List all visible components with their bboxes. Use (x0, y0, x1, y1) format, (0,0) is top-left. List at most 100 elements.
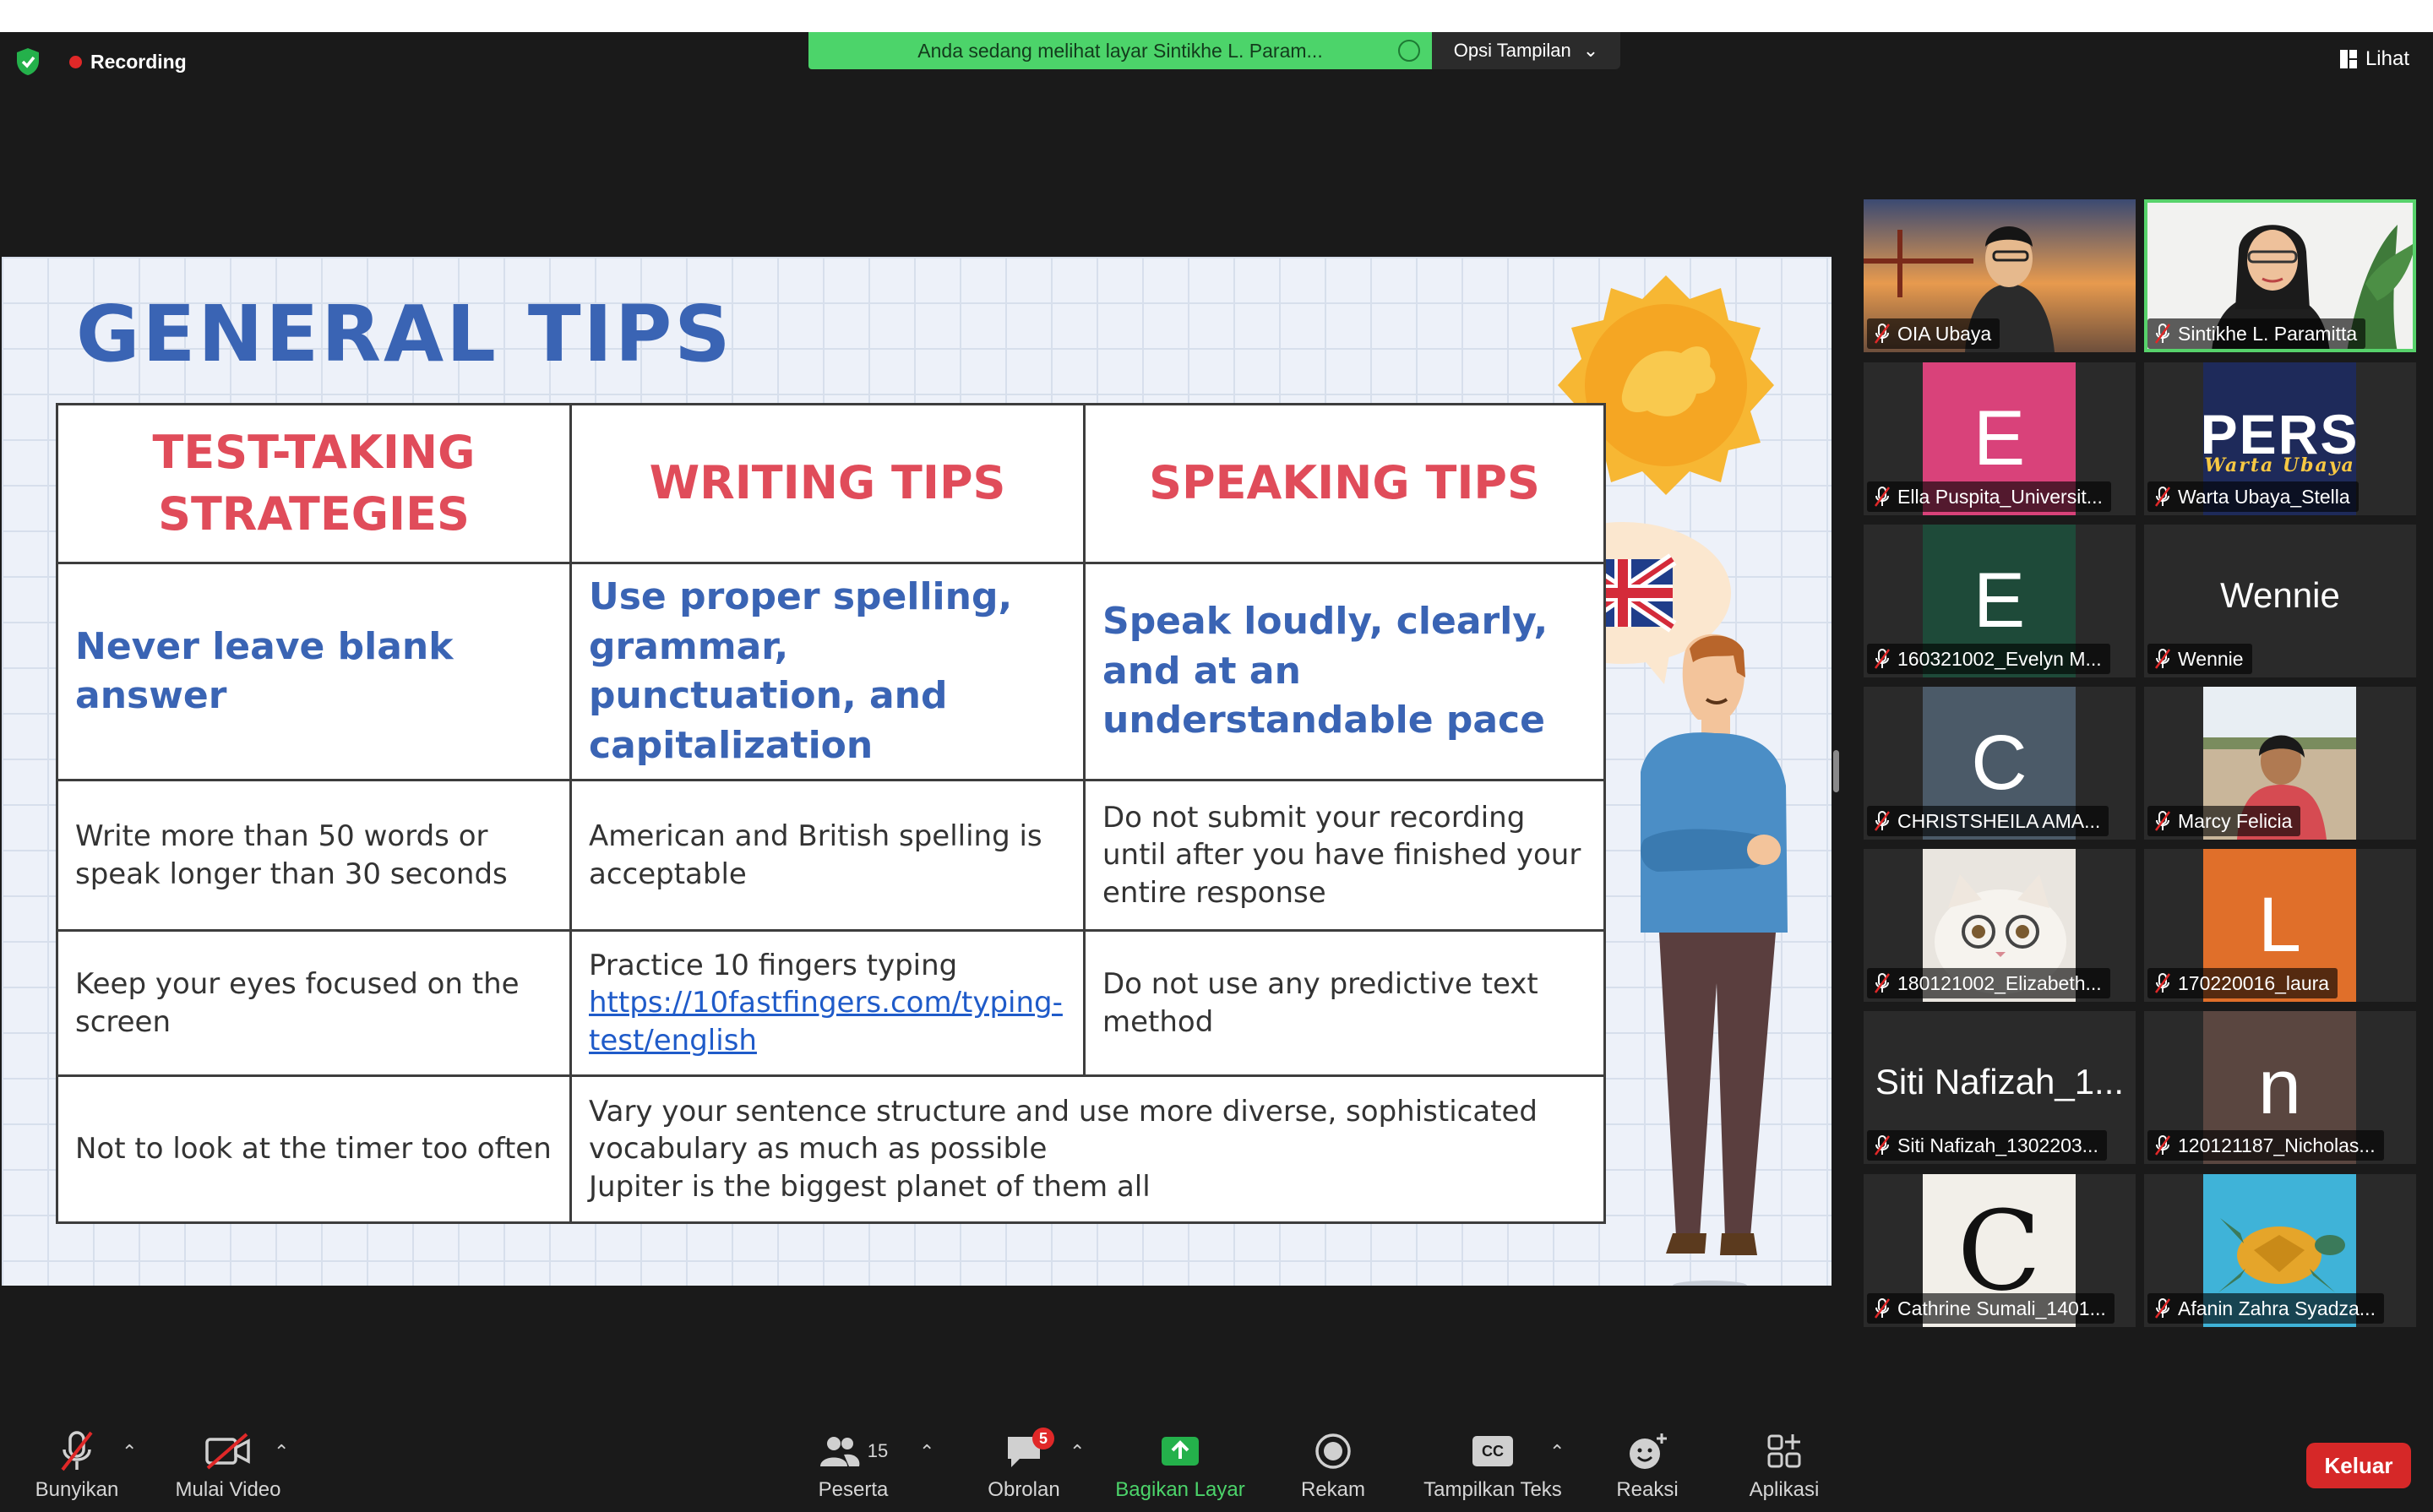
microphone-muted-icon (2154, 649, 2171, 669)
show-captions-button[interactable]: CC Tampilkan Teks (1412, 1428, 1573, 1502)
unmute-button[interactable]: Bunyikan (25, 1428, 128, 1502)
apps-label: Aplikasi (1749, 1478, 1820, 1501)
participant-name: Sintikhe L. Paramitta (2178, 322, 2358, 345)
share-screen-icon (1162, 1437, 1199, 1466)
participants-icon (819, 1437, 860, 1466)
show-captions-label: Tampilkan Teks (1423, 1478, 1562, 1501)
microphone-muted-icon (2154, 1135, 2171, 1156)
participant-tile[interactable]: L 170220016_laura (2144, 849, 2416, 1002)
microphone-muted-icon (2154, 973, 2171, 993)
apps-button[interactable]: Aplikasi (1742, 1428, 1826, 1502)
record-button[interactable]: Rekam (1291, 1428, 1375, 1502)
captions-cc-icon: CC (1472, 1436, 1513, 1466)
reactions-button[interactable]: Reaksi (1605, 1428, 1690, 1502)
jupiter-text: Jupiter is the biggest planet of them al… (589, 1169, 1151, 1204)
typing-test-link[interactable]: https://10fastfingers.com/typing-test/en… (589, 984, 1066, 1058)
table-cell: Do not use any predictive text method (1083, 929, 1606, 1078)
participant-name: CHRISTSHEILA AMA... (1897, 809, 2101, 832)
chat-unread-badge: 5 (1032, 1428, 1054, 1449)
participant-tile[interactable]: Sintikhe L. Paramitta (2144, 199, 2416, 352)
video-options-caret-icon[interactable]: ⌃ (274, 1441, 289, 1463)
typing-practice-text: Practice 10 fingers typing (589, 949, 958, 983)
security-shield-icon[interactable] (15, 47, 41, 76)
microphone-muted-icon (1874, 649, 1891, 669)
microphone-muted-icon (2154, 811, 2171, 831)
header-speaking: SPEAKING TIPS (1083, 403, 1606, 564)
participant-logo-subtext: Warta Ubaya (2204, 454, 2355, 476)
participants-caret-icon[interactable]: ⌃ (919, 1441, 934, 1463)
participants-count: 15 (867, 1440, 889, 1461)
participant-name: Marcy Felicia (2178, 809, 2293, 832)
participant-name-label: Wennie (2147, 644, 2252, 674)
header-test-taking: TEST-TAKING STRATEGIES (56, 403, 572, 564)
record-label: Rekam (1300, 1478, 1366, 1501)
participant-name: OIA Ubaya (1897, 322, 1992, 345)
participant-tile[interactable]: Marcy Felicia (2144, 687, 2416, 840)
start-video-button[interactable]: Mulai Video (166, 1428, 291, 1502)
participant-name-label: 120121187_Nicholas... (2147, 1130, 2384, 1161)
participant-tile[interactable]: n 120121187_Nicholas... (2144, 1011, 2416, 1164)
record-icon (1315, 1433, 1351, 1469)
audio-options-caret-icon[interactable]: ⌃ (122, 1441, 137, 1463)
participant-name: 170220016_laura (2178, 971, 2330, 994)
participant-tile[interactable]: Siti Nafizah_1... Siti Nafizah_1302203... (1864, 1011, 2136, 1164)
participant-tile[interactable]: C CHRISTSHEILA AMA... (1864, 687, 2136, 840)
table-cell: Vary your sentence structure and use mor… (569, 1074, 1606, 1225)
participant-name-label: Marcy Felicia (2147, 806, 2301, 836)
leave-meeting-button[interactable]: Keluar (2306, 1443, 2411, 1488)
view-button[interactable]: Lihat (2339, 47, 2409, 71)
share-screen-label: Bagikan Layar (1115, 1478, 1245, 1501)
participant-tile[interactable]: E Ella Puspita_Universit... (1864, 362, 2136, 515)
reactions-smiley-icon (1630, 1433, 1667, 1469)
participant-tile[interactable]: OIA Ubaya (1864, 199, 2136, 352)
participant-name-label: Warta Ubaya_Stella (2147, 481, 2359, 512)
participant-name: Wennie (2178, 647, 2244, 670)
table-row: Not to look at the timer too often Vary … (56, 1074, 1606, 1225)
captions-caret-icon[interactable]: ⌃ (1549, 1441, 1565, 1463)
participant-tile[interactable]: C Cathrine Sumali_1401... (1864, 1174, 2136, 1327)
participant-tile[interactable]: 180121002_Elizabeth... (1864, 849, 2136, 1002)
share-screen-button[interactable]: Bagikan Layar (1108, 1428, 1252, 1502)
participant-name-label: 160321002_Evelyn M... (1867, 644, 2110, 674)
chat-caret-icon[interactable]: ⌃ (1070, 1441, 1085, 1463)
participant-name: 160321002_Evelyn M... (1897, 647, 2102, 670)
participant-tile[interactable]: Afanin Zahra Syadza... (2144, 1174, 2416, 1327)
participant-name: Warta Ubaya_Stella (2178, 485, 2350, 508)
menu-bar-strip (0, 0, 2433, 32)
participant-name: Ella Puspita_Universit... (1897, 485, 2103, 508)
participant-name-label: CHRISTSHEILA AMA... (1867, 806, 2109, 836)
participant-name-label: 170220016_laura (2147, 968, 2338, 998)
table-row: Keep your eyes focused on the screen Pra… (56, 929, 1606, 1078)
table-cell: Do not submit your recording until after… (1083, 779, 1606, 933)
video-off-icon (205, 1433, 250, 1470)
start-video-label: Mulai Video (175, 1478, 281, 1501)
participant-tile[interactable]: Wennie Wennie (2144, 525, 2416, 677)
participant-name-label: Siti Nafizah_1302203... (1867, 1130, 2107, 1161)
table-cell: Write more than 50 words or speak longer… (56, 779, 572, 933)
gallery-resize-handle[interactable] (1833, 750, 1839, 792)
participant-name: 120121187_Nicholas... (2178, 1134, 2376, 1156)
view-layout-icon (2339, 50, 2357, 68)
view-label: Lihat (2365, 47, 2409, 70)
recording-indicator[interactable]: Recording (69, 49, 187, 74)
view-options-button[interactable]: Opsi Tampilan ⌄ (1432, 32, 1620, 69)
microphone-muted-icon (1874, 1298, 1891, 1319)
table-cell: Use proper spelling, grammar, punctuatio… (569, 561, 1086, 782)
participant-tile[interactable]: PERS Warta Ubaya Warta Ubaya_Stella (2144, 362, 2416, 515)
participant-name: Siti Nafizah_1302203... (1897, 1134, 2098, 1156)
participant-name: 180121002_Elizabeth... (1897, 971, 2102, 994)
microphone-muted-icon (1874, 1135, 1891, 1156)
reactions-label: Reaksi (1616, 1478, 1679, 1501)
participant-tile[interactable]: E 160321002_Evelyn M... (1864, 525, 2136, 677)
unmute-label: Bunyikan (35, 1478, 119, 1501)
screen-share-banner: Anda sedang melihat layar Sintikhe L. Pa… (808, 32, 1432, 69)
chat-button[interactable]: 5 Obrolan (982, 1428, 1066, 1502)
participants-button[interactable]: 15 Peserta (811, 1428, 895, 1502)
participant-name-label: Cathrine Sumali_1401... (1867, 1293, 2115, 1324)
participant-name-label: Ella Puspita_Universit... (1867, 481, 2111, 512)
table-cell: Practice 10 fingers typing https://10fas… (569, 929, 1086, 1078)
microphone-muted-icon (1874, 811, 1891, 831)
recording-label: Recording (90, 50, 187, 73)
participant-name-large: Siti Nafizah_1... (1875, 1062, 2125, 1101)
tips-table: TEST-TAKING STRATEGIES WRITING TIPS SPEA… (56, 403, 1606, 1225)
